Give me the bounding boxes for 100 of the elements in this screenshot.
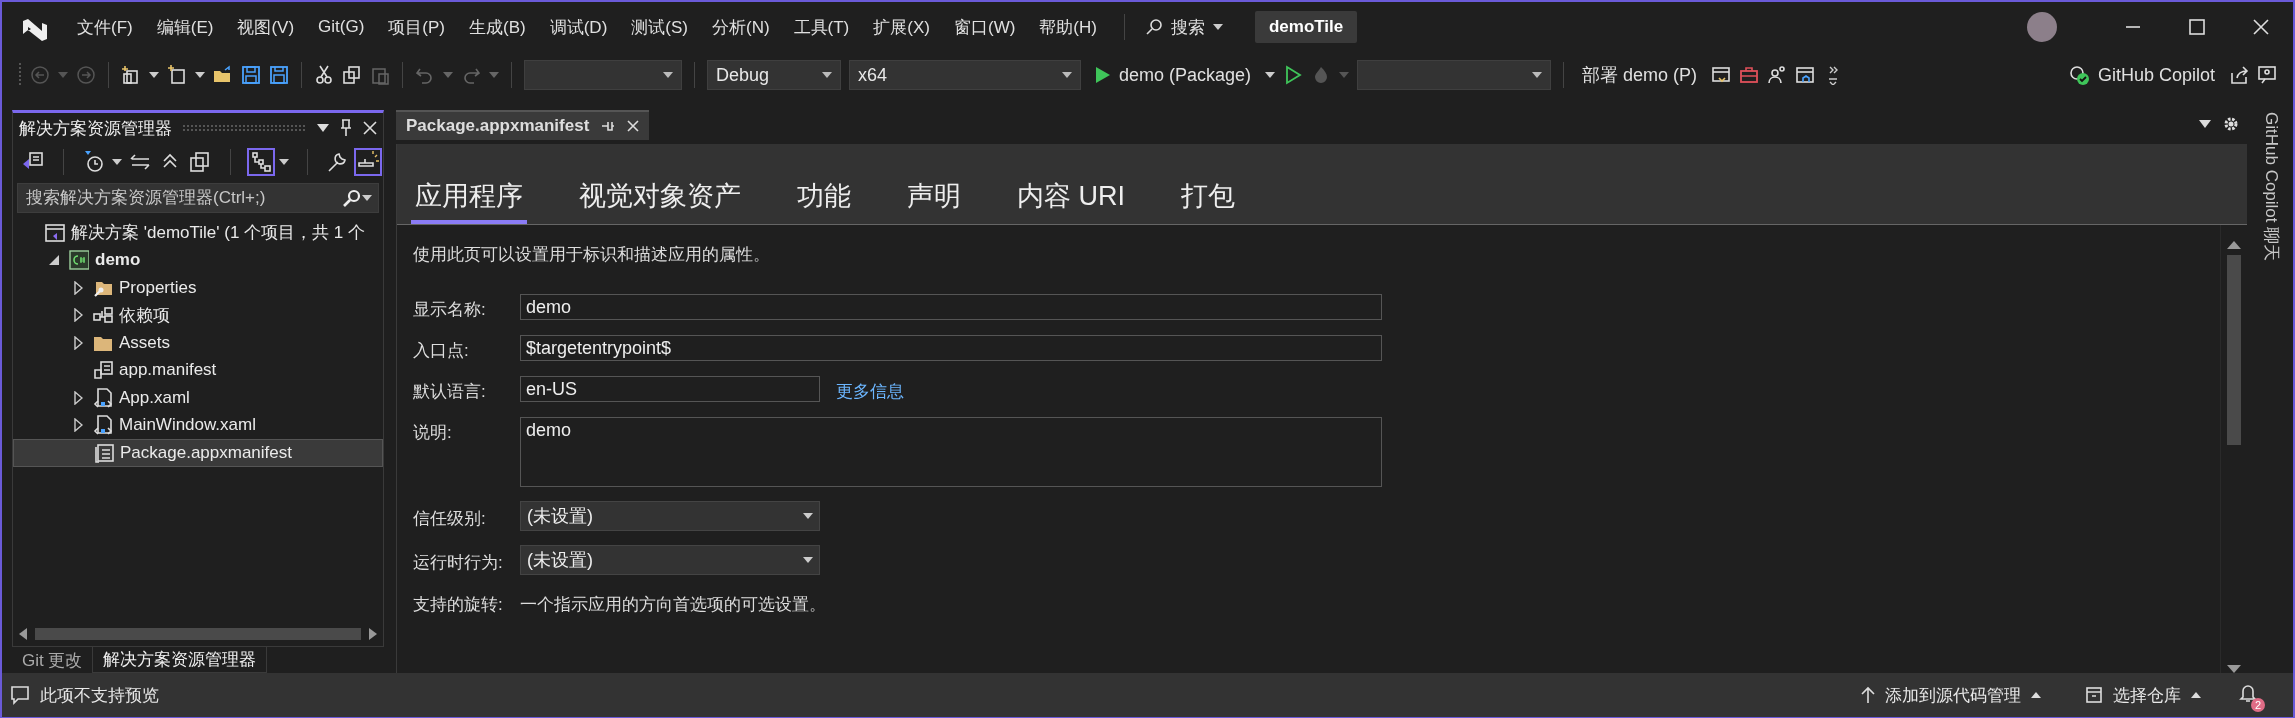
bell-icon[interactable]: [2239, 682, 2257, 703]
page-tab[interactable]: 内容 URI: [1013, 178, 1129, 224]
tree-item[interactable]: 解决方案 'demoTile' (1 个项目，共 1 个: [13, 219, 383, 247]
search-button[interactable]: 搜索: [1136, 11, 1231, 43]
menu-item[interactable]: 测试(S): [622, 11, 697, 43]
scissors-icon[interactable]: [314, 65, 334, 85]
tree-item[interactable]: Package.appxmanifest: [13, 439, 383, 467]
caret-icon: [822, 72, 832, 78]
repository-button[interactable]: 选择仓库: [2079, 682, 2207, 708]
platform-dropdown[interactable]: x64: [849, 60, 1081, 90]
expand-arrow-icon[interactable]: [73, 308, 83, 323]
status-message: 此项不支持预览: [40, 684, 159, 707]
run-button[interactable]: demo (Package): [1089, 63, 1258, 87]
run-outline-icon[interactable]: [1283, 65, 1304, 85]
open-folder-icon[interactable]: [213, 65, 233, 85]
new-project-icon[interactable]: [121, 65, 141, 85]
panel-tab[interactable]: Git 更改: [12, 647, 93, 673]
feedback-icon[interactable]: [2257, 65, 2277, 85]
caret-icon: [2031, 692, 2041, 698]
grip-icon: [18, 63, 22, 87]
scrollbar-thumb[interactable]: [35, 628, 361, 640]
menu-item[interactable]: 工具(T): [784, 11, 859, 43]
scroll-right-icon[interactable]: [369, 628, 377, 640]
side-panel-tab[interactable]: GitHub Copilot 聊天: [2261, 112, 2281, 262]
caret-icon: [2191, 692, 2201, 698]
avatar[interactable]: [2027, 12, 2057, 42]
history-icon[interactable]: [82, 150, 106, 174]
more-info-link[interactable]: 更多信息: [836, 376, 904, 403]
menu-item[interactable]: 分析(N): [702, 11, 779, 43]
caret-icon: [803, 513, 813, 519]
caret-icon[interactable]: [1265, 72, 1276, 78]
menu-item[interactable]: 生成(B): [460, 11, 535, 43]
scroll-left-icon[interactable]: [19, 628, 27, 640]
page-tab[interactable]: 视觉对象资产: [575, 178, 745, 224]
paste-icon[interactable]: [370, 65, 390, 85]
menu-item[interactable]: 帮助(H): [1030, 11, 1106, 43]
toolbox-icon[interactable]: [1739, 65, 1760, 85]
hierarchy-icon[interactable]: [249, 150, 273, 174]
caret-icon[interactable]: [279, 159, 289, 165]
tree-item[interactable]: MainWindow.xaml: [13, 411, 383, 439]
people-icon[interactable]: [1767, 65, 1788, 85]
save-all-icon[interactable]: [269, 65, 289, 85]
document-tab[interactable]: Package.appxmanifest: [396, 110, 650, 140]
caret-icon[interactable]: [149, 72, 159, 78]
tree-item[interactable]: Assets: [13, 329, 383, 357]
search-field[interactable]: 搜索解决方案资源管理器(Ctrl+;): [17, 183, 379, 213]
settings-icon[interactable]: [2223, 116, 2239, 132]
tree-item[interactable]: App.xaml: [13, 384, 383, 412]
menu-item[interactable]: Git(G): [309, 13, 374, 41]
close-icon[interactable]: [363, 121, 377, 135]
new-file-icon[interactable]: [167, 65, 187, 85]
source-control-button[interactable]: 添加到源代码管理: [1855, 682, 2047, 708]
page-tab[interactable]: 声明: [903, 178, 965, 224]
window-home-icon[interactable]: [1795, 65, 1816, 85]
comment-icon[interactable]: [10, 685, 30, 705]
field-label: 默认语言:: [413, 381, 487, 403]
scroll-up-icon[interactable]: [2227, 241, 2241, 249]
text-area[interactable]: demo: [520, 417, 1382, 487]
caret-icon[interactable]: [317, 124, 329, 132]
tree-item[interactable]: app.manifest: [13, 356, 383, 384]
copy-icon[interactable]: [342, 65, 362, 85]
text-field[interactable]: demo: [520, 294, 1382, 320]
share-icon[interactable]: [2229, 65, 2249, 85]
deploy-button[interactable]: 部署 demo (P): [1576, 62, 1704, 88]
dropdown[interactable]: (未设置): [520, 501, 820, 531]
page-tab[interactable]: 应用程序: [411, 178, 527, 224]
expand-arrow-icon[interactable]: [73, 335, 83, 350]
copy-icon[interactable]: [188, 150, 212, 174]
menu-item[interactable]: 调试(D): [540, 11, 617, 43]
close-icon[interactable]: [2253, 19, 2269, 35]
expand-arrow-icon[interactable]: [73, 418, 83, 433]
save-icon[interactable]: [241, 65, 261, 85]
menu-item[interactable]: 扩展(X): [864, 11, 939, 43]
text-field[interactable]: $targetentrypoint$: [520, 335, 1382, 361]
page-tab[interactable]: 打包: [1177, 178, 1239, 224]
scrollbar-thumb[interactable]: [2227, 255, 2241, 445]
collapse-arrow-icon[interactable]: [48, 254, 60, 267]
text-field[interactable]: en-US: [520, 376, 820, 402]
menu-item[interactable]: 文件(F): [68, 11, 142, 43]
expand-arrow-icon[interactable]: [73, 390, 83, 405]
close-icon[interactable]: [627, 120, 640, 132]
page-tab[interactable]: 功能: [793, 178, 855, 224]
caret-icon[interactable]: [112, 159, 122, 165]
tree-item[interactable]: Properties: [13, 274, 383, 302]
dropdown[interactable]: (未设置): [520, 545, 820, 575]
caret-icon[interactable]: [2199, 120, 2211, 128]
field-value: 一个指示应用的方向首选项的可选设置。: [520, 594, 826, 616]
tree-item[interactable]: 依赖项: [13, 301, 383, 329]
expand-arrow-icon[interactable]: [73, 280, 83, 295]
preview-icon[interactable]: [356, 150, 380, 174]
menu-item[interactable]: 项目(P): [379, 11, 454, 43]
tree-item[interactable]: demo: [13, 246, 383, 274]
panel-tab[interactable]: 解决方案资源管理器: [92, 647, 268, 673]
configuration-dropdown[interactable]: Debug: [707, 60, 841, 90]
menu-item[interactable]: 视图(V): [228, 11, 304, 43]
menu-item[interactable]: 窗口(W): [944, 11, 1025, 43]
caret-icon[interactable]: [195, 72, 205, 78]
maximize-icon[interactable]: [2189, 19, 2205, 35]
copilot-button[interactable]: GitHub Copilot: [2061, 63, 2221, 87]
menu-item[interactable]: 编辑(E): [147, 11, 223, 43]
